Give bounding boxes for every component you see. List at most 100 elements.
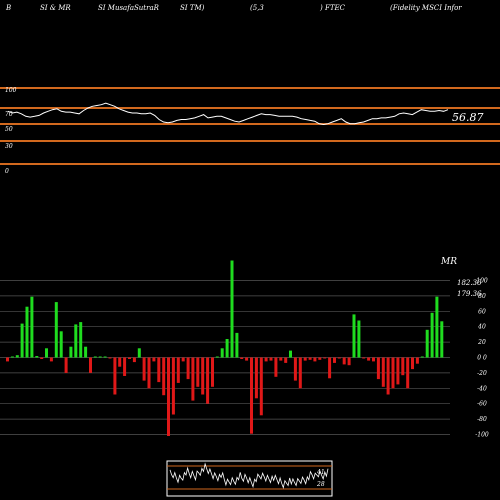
mrsi-bar	[352, 314, 356, 358]
mrsi-bar	[386, 357, 390, 395]
mrsi-tick-label: -100	[475, 432, 489, 439]
mrsi-bar	[84, 346, 88, 358]
mrsi-bar	[401, 357, 405, 376]
mrsi-bar	[303, 357, 307, 361]
mrsi-bar	[240, 357, 244, 359]
mrsi-bar	[376, 357, 380, 380]
mrsi-bar	[381, 357, 385, 387]
rsi-current-value: 56.87	[452, 111, 484, 124]
mrsi-bar	[35, 356, 39, 358]
title-segment-3: SI MusafaSutraR	[98, 4, 160, 12]
mrsi-tick-label: 0 0	[477, 355, 487, 362]
mrsi-tick-label: 100	[476, 278, 488, 285]
mrsi-bar	[323, 357, 327, 359]
title-segment-2: SI & MR	[40, 4, 71, 12]
title-segment-1: B	[5, 4, 11, 12]
mrsi-bar	[123, 357, 127, 376]
chart-canvas: B SI & MR SI MusafaSutraR SI TM) (5,3 ) …	[0, 0, 500, 500]
mrsi-bar	[318, 357, 322, 360]
mrsi-bar	[40, 357, 44, 359]
mrsi-bar	[128, 357, 131, 359]
mrsi-tick-label: 80	[478, 293, 486, 300]
title-segment-7: (Fidelity MSCI Infor	[390, 4, 462, 12]
mrsi-bar	[220, 348, 224, 358]
mrsi-bar	[45, 348, 48, 358]
mrsi-bar	[162, 357, 166, 396]
mrsi-tick-label: -80	[477, 416, 487, 423]
title-segment-6: ) FTEC	[319, 4, 346, 12]
mrsi-bar	[284, 357, 288, 363]
mrsi-bar	[425, 329, 429, 358]
mrsi-bar	[230, 260, 234, 358]
mrsi-bar	[54, 302, 58, 358]
mrsi-bar	[201, 357, 205, 395]
mrsi-bar	[415, 357, 419, 364]
mrsi-bar	[118, 357, 122, 367]
mrsi-bar	[113, 357, 117, 395]
mrsi-tick-label: -60	[477, 401, 487, 408]
mrsi-bar	[313, 357, 317, 362]
mrsi-bar	[274, 357, 278, 377]
rsi-tick-50: 50	[5, 126, 13, 133]
mrsi-bar	[157, 357, 161, 383]
mrsi-bar	[430, 312, 434, 358]
mrsi-bar	[25, 306, 29, 358]
mrsi-bar	[411, 357, 414, 370]
rsi-tick-30: 30	[5, 143, 13, 150]
mrsi-bar	[269, 357, 273, 361]
mrsi-bar	[333, 357, 336, 363]
mrsi-bar	[372, 357, 375, 362]
mrsi-bar	[337, 357, 341, 359]
mrsi-bar	[167, 357, 170, 436]
mrsi-bar	[254, 357, 258, 399]
mrsi-bar	[396, 357, 400, 385]
mrsi-bar	[6, 357, 9, 362]
mrsi-bar	[93, 356, 97, 358]
mrsi-bar	[147, 357, 151, 389]
mrsi-bar	[328, 357, 332, 379]
mrsi-bar	[98, 356, 102, 358]
mrsi-bar	[250, 357, 253, 434]
mrsi-bar	[279, 357, 283, 361]
mrsi-tick-label: 40	[477, 324, 486, 331]
mrsi-bar	[235, 332, 239, 358]
mrsi-bar	[196, 357, 200, 387]
mrsi-bar	[69, 346, 73, 358]
mrsi-bar	[15, 355, 19, 358]
mrsi-bar	[108, 357, 112, 359]
rsi-tick-0: 0	[5, 168, 9, 175]
mrsi-bar	[211, 357, 214, 387]
title-segment-5: (5,3	[250, 4, 264, 12]
mrsi-bar	[20, 323, 24, 358]
mrsi-bar	[176, 357, 180, 383]
mrsi-bar	[49, 357, 53, 362]
mrsi-bar	[186, 357, 190, 380]
mrsi-bar	[308, 357, 312, 360]
mrsi-bar	[435, 296, 439, 358]
mrsi-bar	[264, 357, 268, 362]
chart-stage: B SI & MR SI MusafaSutraR SI TM) (5,3 ) …	[0, 0, 500, 500]
mrsi-bar	[142, 357, 146, 381]
mrsi-bar	[181, 357, 185, 362]
mini-label-lower: 28	[316, 481, 325, 488]
mrsi-bar	[298, 357, 302, 389]
mrsi-bar	[215, 356, 219, 358]
mrsi-bar	[420, 356, 424, 358]
mrsi-bar	[74, 324, 78, 358]
title-segment-4: SI TM)	[180, 4, 205, 12]
mrsi-bar	[206, 357, 210, 404]
mrsi-bar	[30, 296, 34, 358]
mrsi-bar	[171, 357, 175, 415]
mrsi-bar	[132, 357, 136, 363]
mrsi-bar	[347, 357, 351, 366]
mrsi-bar	[59, 331, 63, 358]
rsi-tick-100: 100	[5, 87, 17, 94]
mrsi-bar	[191, 357, 195, 401]
mrsi-bar	[64, 357, 68, 373]
mini-label-upper: 41	[316, 469, 325, 476]
mrsi-bar	[225, 339, 229, 358]
mrsi-bar	[89, 357, 92, 373]
mrsi-bar	[293, 357, 297, 381]
mrsi-bar	[152, 357, 156, 362]
mrsi-bar	[289, 350, 292, 358]
